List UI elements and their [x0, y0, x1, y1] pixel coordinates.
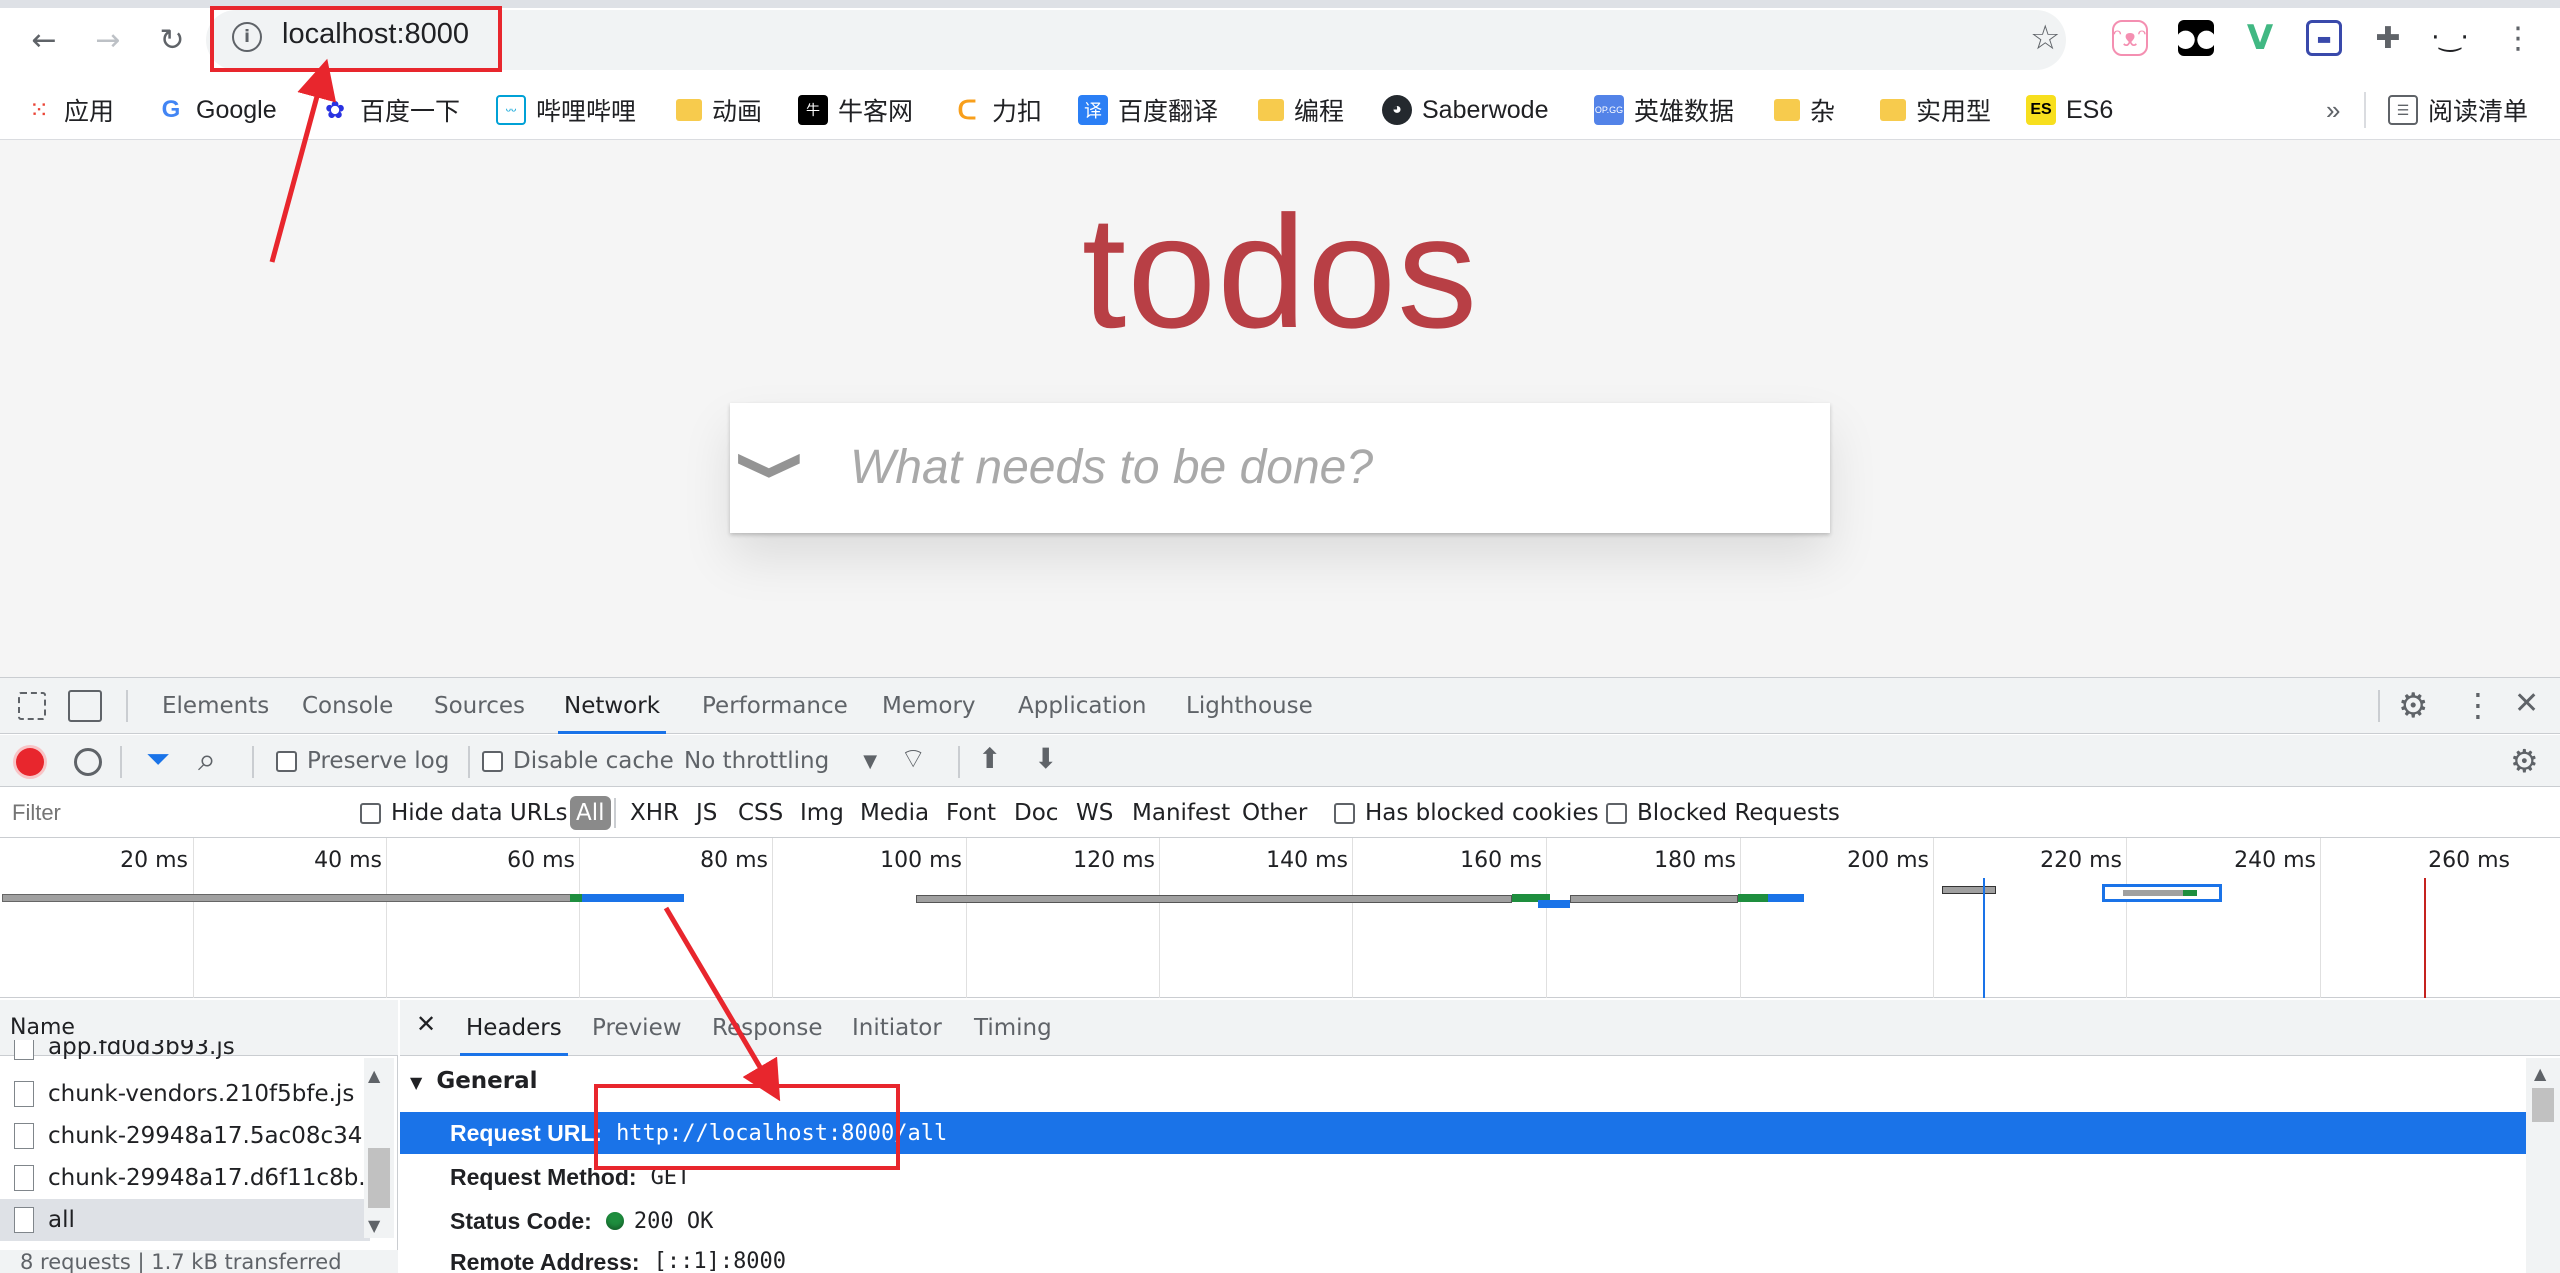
annotation-arrow-down: [663, 906, 781, 1102]
annotation-arrow-up: [269, 58, 337, 263]
annotation-arrows: [269, 58, 781, 1102]
